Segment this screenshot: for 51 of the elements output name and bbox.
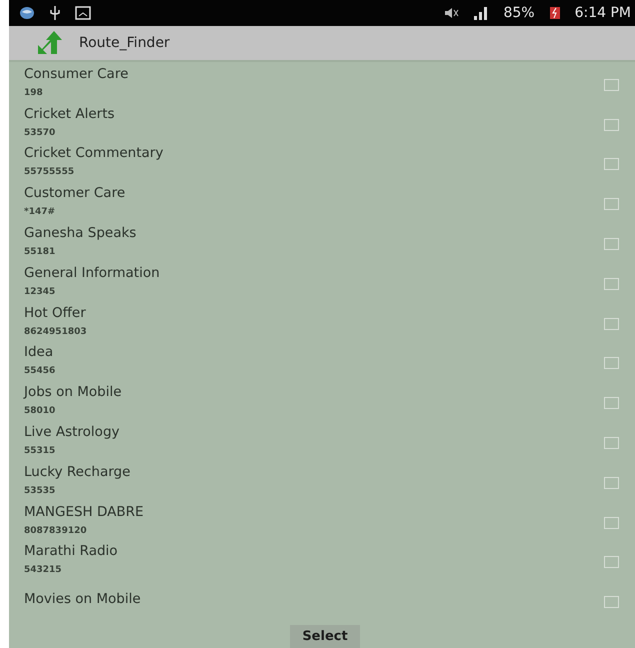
- checkbox[interactable]: [604, 556, 619, 568]
- contact-name: Cricket Commentary: [24, 145, 164, 162]
- usb-icon: [49, 5, 61, 21]
- contact-name: General Information: [24, 264, 160, 281]
- contact-number: 55755555: [24, 167, 74, 178]
- contact-number: 53535: [24, 486, 56, 496]
- contact-name: Cricket Alerts: [24, 106, 115, 122]
- contact-name: Movies on Mobile: [24, 591, 141, 608]
- clock: 6:14 PM: [574, 5, 631, 21]
- contact-number: 8087839120: [24, 526, 87, 536]
- mute-icon: [443, 6, 460, 20]
- contact-name: Lucky Recharge: [24, 464, 130, 480]
- contact-number: 55456: [24, 366, 56, 376]
- checkbox[interactable]: [604, 238, 619, 250]
- contact-name: MANGESH DABRE: [24, 504, 144, 520]
- checkbox[interactable]: [604, 278, 619, 290]
- contact-number: 58010: [24, 406, 56, 416]
- battery-icon: [548, 6, 561, 20]
- checkbox[interactable]: [604, 397, 619, 410]
- contact-number: 55181: [24, 247, 56, 258]
- contact-name: Consumer Care: [24, 66, 128, 82]
- checkbox[interactable]: [604, 318, 619, 330]
- contact-number: 8624951803: [24, 326, 87, 337]
- app-title: Route_Finder: [79, 35, 170, 51]
- contact-number: 12345: [24, 286, 56, 297]
- contact-number: *147#: [24, 207, 56, 218]
- checkbox[interactable]: [604, 158, 619, 170]
- checkbox[interactable]: [604, 198, 619, 210]
- select-button[interactable]: Select: [290, 625, 360, 648]
- checkbox[interactable]: [604, 516, 619, 529]
- contact-name: Jobs on Mobile: [24, 384, 122, 400]
- contact-number: 55315: [24, 446, 56, 456]
- contact-name: Hot Offer: [24, 304, 86, 321]
- image-icon: [75, 6, 91, 20]
- contact-name: Customer Care: [24, 185, 126, 202]
- checkbox[interactable]: [604, 118, 619, 131]
- checkbox[interactable]: [604, 357, 619, 370]
- contact-name: Ganesha Speaks: [24, 225, 136, 242]
- contact-name: Live Astrology: [24, 424, 120, 440]
- contact-name: Idea: [24, 344, 54, 360]
- route-arrows-icon: [37, 30, 65, 56]
- checkbox[interactable]: [604, 596, 619, 608]
- battery-percentage: 85%: [503, 5, 535, 21]
- contact-number: 543215: [24, 565, 62, 576]
- contact-number: 198: [24, 88, 43, 98]
- contact-number: 53570: [24, 128, 56, 138]
- signal-icon: [473, 6, 490, 20]
- checkbox[interactable]: [604, 476, 619, 489]
- checkbox[interactable]: [604, 437, 619, 450]
- checkbox[interactable]: [604, 78, 619, 91]
- contact-name: Marathi Radio: [24, 543, 118, 560]
